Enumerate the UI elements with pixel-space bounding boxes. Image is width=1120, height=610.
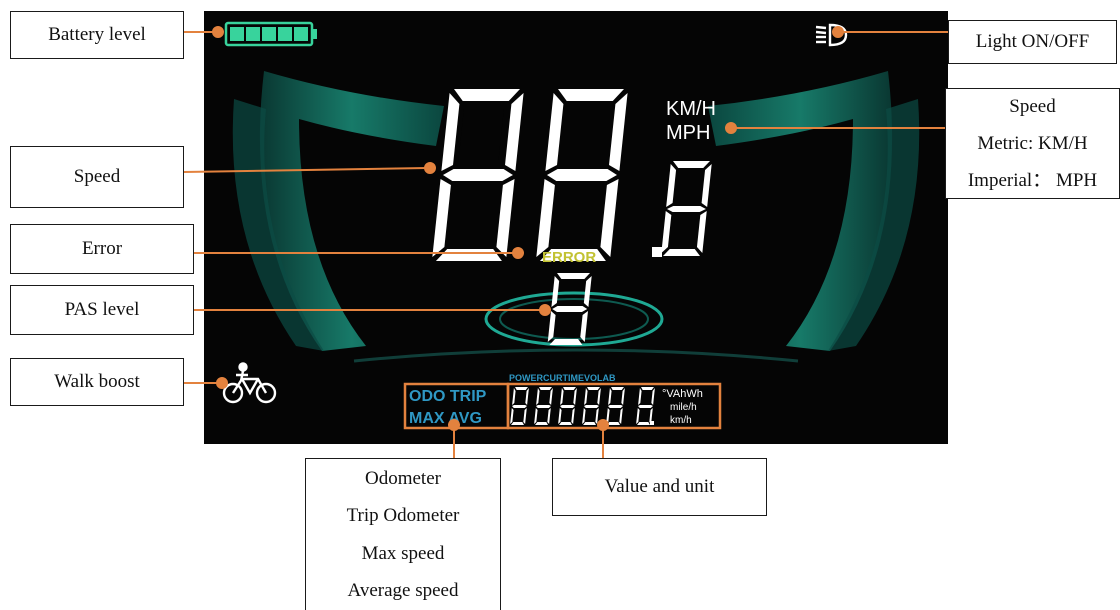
walk-assist-bike-icon bbox=[222, 362, 277, 404]
top-indicator-labels: POWERCURTIMEVOLAB bbox=[509, 373, 616, 383]
callout-battery-level: Battery level bbox=[10, 11, 184, 59]
value-unit-row3: km/h bbox=[670, 415, 692, 426]
headlight-icon bbox=[815, 23, 848, 47]
battery-icon bbox=[224, 21, 317, 47]
lcd-display: KM/H MPH ERROR POWERCURTIMEVOLAB ODO TRI… bbox=[204, 11, 948, 444]
value-digit-5 bbox=[606, 387, 625, 425]
callout-walk-boost: Walk boost bbox=[10, 358, 184, 406]
value-digit-1 bbox=[510, 387, 529, 425]
value-digit-2 bbox=[534, 387, 553, 425]
callout-modes-line2: Trip Odometer bbox=[346, 505, 460, 527]
pas-level-digit bbox=[547, 273, 592, 345]
callout-error: Error bbox=[10, 224, 194, 274]
error-indicator: ERROR bbox=[542, 249, 596, 266]
pas-ring-outer bbox=[484, 291, 664, 347]
callout-modes-line3: Max speed bbox=[361, 542, 445, 564]
value-unit-row1: °VAhWh bbox=[662, 388, 703, 400]
lcd-display-art: KM/H MPH ERROR POWERCURTIMEVOLAB ODO TRI… bbox=[222, 21, 920, 430]
callout-battery-level-text: Battery level bbox=[48, 23, 146, 45]
callout-speed-units: Speed Metric: KM/H Imperial： MPH bbox=[945, 88, 1120, 199]
callout-pas-level: PAS level bbox=[10, 285, 194, 335]
callout-walk-boost-text: Walk boost bbox=[54, 370, 140, 392]
value-digit-4 bbox=[582, 387, 601, 425]
callout-pas-level-text: PAS level bbox=[64, 298, 140, 320]
unit-kmh: KM/H bbox=[666, 98, 716, 120]
mode-labels-row2: MAX AVG bbox=[409, 410, 482, 427]
callout-light-text: Light ON/OFF bbox=[975, 30, 1090, 52]
callout-speed-units-line1: Speed bbox=[1009, 95, 1056, 117]
value-digits bbox=[510, 387, 655, 425]
callout-speed-text: Speed bbox=[73, 165, 121, 187]
bottom-arc bbox=[353, 348, 799, 363]
callout-modes-line4: Average speed bbox=[347, 579, 459, 601]
unit-mph: MPH bbox=[666, 122, 710, 144]
callout-value-and-unit: Value and unit bbox=[552, 458, 767, 516]
callout-modes-line1: Odometer bbox=[365, 468, 441, 490]
mode-labels-row1: ODO TRIP bbox=[409, 388, 487, 405]
speed-digit-units bbox=[536, 89, 628, 261]
callout-speed-units-line2: Metric: KM/H bbox=[977, 132, 1088, 154]
callout-value-unit-text: Value and unit bbox=[604, 475, 715, 497]
left-teal-wing bbox=[232, 71, 444, 351]
right-teal-wing bbox=[708, 71, 920, 351]
speed-digit-tens bbox=[432, 89, 524, 261]
callout-speed-units-line3: Imperial： MPH bbox=[967, 170, 1098, 192]
speed-decimal-point bbox=[652, 247, 662, 257]
value-digit-3 bbox=[558, 387, 577, 425]
callout-speed: Speed bbox=[10, 146, 184, 208]
value-digit-6 bbox=[636, 387, 655, 425]
callout-light-on-off: Light ON/OFF bbox=[948, 20, 1117, 64]
speed-digit-decimal bbox=[661, 161, 712, 256]
value-decimal-point bbox=[650, 421, 654, 425]
value-unit-row2: mile/h bbox=[670, 402, 697, 413]
pas-ring-inner bbox=[499, 298, 649, 340]
callout-display-modes: Odometer Trip Odometer Max speed Average… bbox=[305, 458, 501, 610]
callout-error-text: Error bbox=[81, 237, 123, 259]
